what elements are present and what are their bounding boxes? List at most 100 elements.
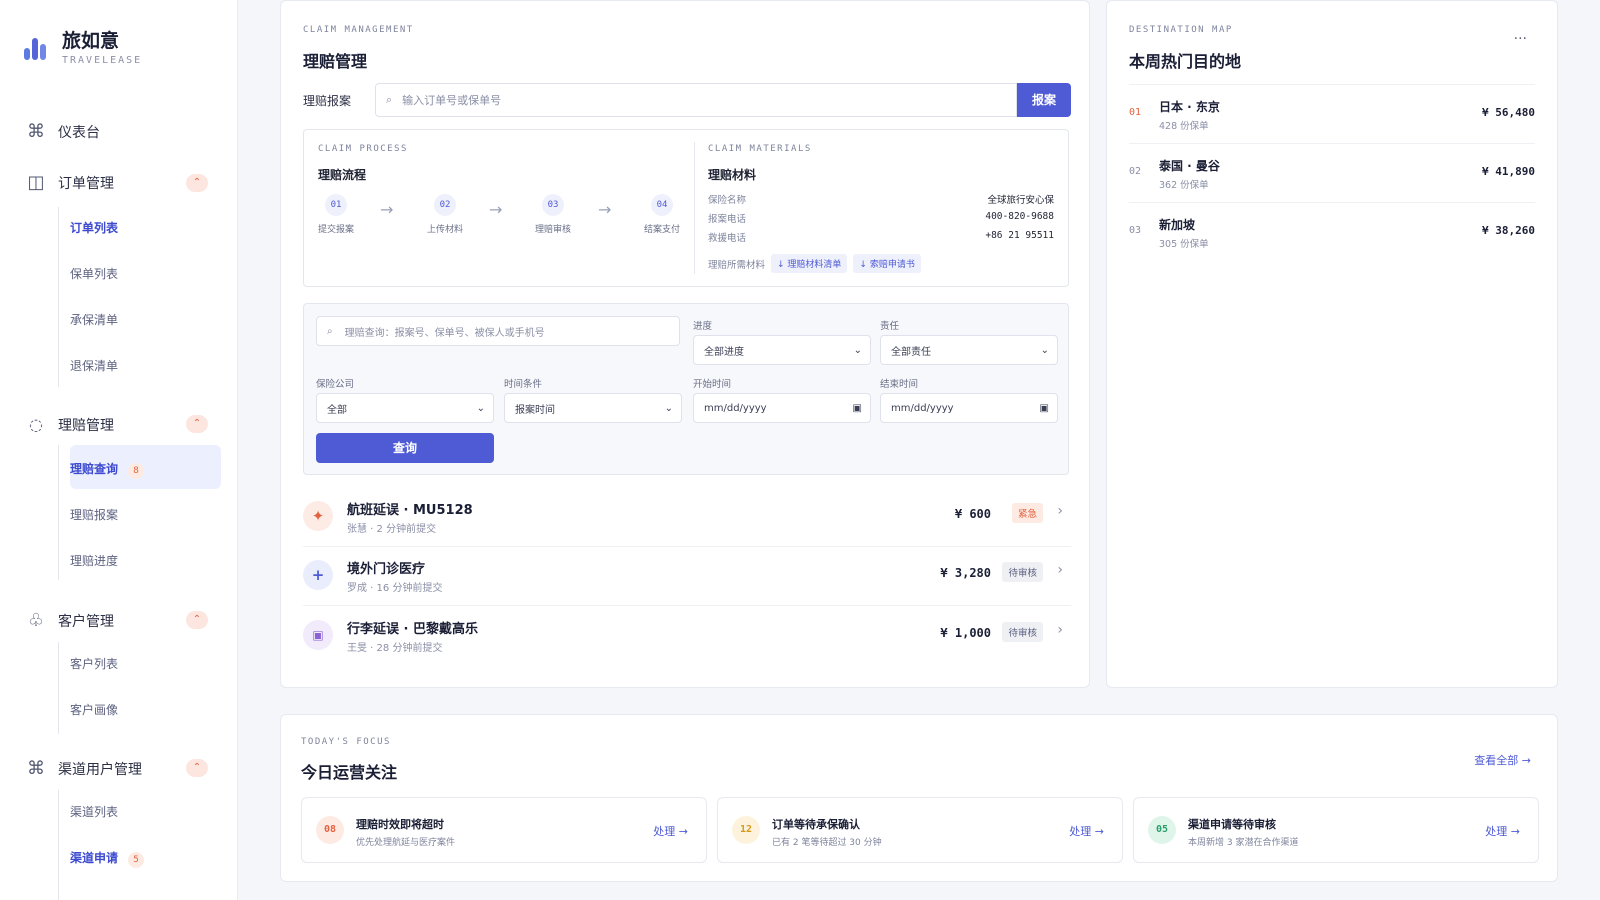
duty-select[interactable]: 全部责任 ⌄ [880, 335, 1058, 365]
claim-query-input[interactable]: ⌕ 理赔查询：报案号、保单号、被保人或手机号 [316, 316, 680, 346]
destination-name: 新加坡 [1159, 218, 1196, 232]
more-icon[interactable]: ··· [1514, 31, 1527, 47]
focus-item-subtitle: 已有 2 笔等待超过 30 分钟 [772, 838, 882, 848]
claim-count-badge: 8 [128, 463, 145, 479]
claim-eyebrow: CLAIM MANAGEMENT [303, 25, 414, 35]
sidebar: 旅如意 TRAVELEASE ⌘ 仪表台 ◫ 订单管理 ⌃ 订单列表 保单列表 … [0, 0, 238, 900]
destination-rank: 01 [1129, 107, 1142, 118]
focus-item[interactable]: 05 渠道申请等待审核 本周新增 3 家潜在合作渠道 处理 → [1133, 797, 1539, 863]
focus-item-subtitle: 优先处理航延与医疗案件 [356, 838, 456, 848]
query-button[interactable]: 查询 [316, 433, 494, 463]
arrow-right-icon: → [489, 200, 503, 219]
nav-channels[interactable]: ⌘ 渠道用户管理 [26, 757, 142, 781]
view-all-link[interactable]: 查看全部 → [1474, 752, 1531, 768]
handle-link[interactable]: 处理 → [1069, 823, 1104, 839]
process-eyebrow: CLAIM PROCESS [318, 144, 408, 154]
report-search-input[interactable]: ⌕ 输入订单号或保单号 [375, 83, 1017, 117]
report-placeholder: 输入订单号或保单号 [402, 94, 502, 107]
sidebar-item-order-list[interactable]: 订单列表 [70, 217, 118, 239]
destination-card: DESTINATION MAP 本周热门目的地 ··· 01 日本 · 东京 4… [1106, 0, 1558, 688]
claim-management-card: CLAIM MANAGEMENT 理赔管理 理赔报案 ⌕ 输入订单号或保单号 报… [280, 0, 1090, 688]
claim-list-item[interactable]: ▣ 行李延误 · 巴黎戴高乐 王旻 · 28 分钟前提交 ¥ 1,000 待审核… [303, 608, 1071, 666]
destination-eyebrow: DESTINATION MAP [1129, 25, 1233, 35]
sidebar-item-claim-report[interactable]: 理赔报案 [70, 504, 118, 526]
sidebar-item-underwriting-list[interactable]: 承保清单 [70, 309, 118, 331]
process-step: 03 理赔审核 [523, 194, 583, 235]
chevron-right-icon: › [1057, 503, 1063, 519]
claim-title: 行李延误 · 巴黎戴高乐 [347, 622, 478, 637]
docs-label: 理赔所需材料 [708, 259, 766, 271]
start-date-input[interactable]: mm/dd/yyyy ▣ [693, 393, 871, 423]
materials-title: 理赔材料 [708, 168, 757, 182]
handle-link[interactable]: 处理 → [1485, 823, 1520, 839]
step-label: 理赔审核 [534, 225, 571, 235]
material-value: 全球旅行安心保 [987, 195, 1054, 206]
chevron-right-icon: › [1057, 622, 1063, 638]
collapse-claims-chevron-up-icon[interactable]: ⌃ [186, 415, 208, 433]
material-key: 报案电话 [708, 214, 747, 225]
destination-item[interactable]: 03 新加坡 305 份保单 ¥ 38,260 [1129, 202, 1535, 261]
status-badge: 待审核 [1002, 562, 1043, 582]
flight-delay-icon: ✦ [303, 501, 333, 531]
todays-focus-card: TODAY'S FOCUS 今日运营关注 查看全部 → 08 理赔时效即将超时 … [280, 714, 1558, 882]
claim-title: 理赔管理 [303, 52, 368, 71]
material-row: 保险名称 全球旅行安心保 [708, 192, 1054, 206]
sidebar-item-claim-query[interactable]: 理赔查询 8 [70, 458, 145, 480]
destination-item[interactable]: 01 日本 · 东京 428 份保单 ¥ 56,480 [1129, 84, 1535, 143]
command-icon: ⌘ [27, 121, 45, 142]
step-number: 03 [542, 194, 564, 216]
material-value: +86 21 95511 [985, 230, 1054, 241]
collapse-channels-chevron-up-icon[interactable]: ⌃ [186, 759, 208, 777]
nav-customers[interactable]: ♧ 客户管理 [26, 609, 114, 633]
report-label: 理赔报案 [303, 93, 352, 108]
claim-list-item[interactable]: ✦ 航班延误 · MU5128 张慧 · 2 分钟前提交 ¥ 600 紧急 › [303, 489, 1071, 547]
sidebar-item-channel-list[interactable]: 渠道列表 [70, 801, 118, 823]
destination-count: 305 份保单 [1159, 239, 1209, 250]
brand[interactable]: 旅如意 TRAVELEASE [24, 30, 142, 66]
collapse-orders-chevron-up-icon[interactable]: ⌃ [186, 174, 208, 192]
claim-filter-panel: ⌕ 理赔查询：报案号、保单号、被保人或手机号 进度 全部进度 ⌄ 责任 全部责任 ⌄… [303, 303, 1069, 475]
focus-eyebrow: TODAY'S FOCUS [301, 737, 391, 747]
time-condition-select[interactable]: 报案时间 ⌄ [504, 393, 682, 423]
end-date-value: mm/dd/yyyy [891, 402, 954, 414]
medical-plus-icon: + [303, 560, 333, 590]
end-date-input[interactable]: mm/dd/yyyy ▣ [880, 393, 1058, 423]
download-materials-list-link[interactable]: ↓ 理赔材料清单 [771, 254, 848, 273]
progress-select[interactable]: 全部进度 ⌄ [693, 335, 871, 365]
search-icon: ⌕ [386, 93, 393, 106]
sidebar-item-surrender-list[interactable]: 退保清单 [70, 355, 118, 377]
process-step: 01 提交报案 [306, 194, 366, 235]
status-badge: 待审核 [1002, 622, 1043, 642]
focus-count-badge: 12 [732, 816, 760, 844]
destination-price: ¥ 56,480 [1482, 106, 1535, 119]
handle-link[interactable]: 处理 → [653, 823, 688, 839]
sidebar-item-policy-list[interactable]: 保单列表 [70, 263, 118, 285]
focus-item[interactable]: 12 订单等待承保确认 已有 2 笔等待超过 30 分钟 处理 → [717, 797, 1123, 863]
sidebar-item-customer-list[interactable]: 客户列表 [70, 653, 118, 675]
download-claim-form-link[interactable]: ↓ 索赔申请书 [853, 254, 921, 273]
sub-line [58, 445, 59, 580]
chevron-right-icon: › [1057, 562, 1063, 578]
command-icon: ⌘ [27, 758, 45, 779]
start-date-label: 开始时间 [693, 379, 732, 390]
destination-name: 日本 · 东京 [1159, 100, 1220, 114]
time-condition-label: 时间条件 [504, 379, 543, 390]
destination-count: 428 份保单 [1159, 121, 1209, 132]
nav-claims[interactable]: ◌ 理赔管理 [26, 413, 114, 437]
arrow-right-icon: → [598, 200, 612, 219]
report-button[interactable]: 报案 [1017, 83, 1071, 117]
destination-item[interactable]: 02 泰国 · 曼谷 362 份保单 ¥ 41,890 [1129, 143, 1535, 202]
focus-item[interactable]: 08 理赔时效即将超时 优先处理航延与医疗案件 处理 → [301, 797, 707, 863]
sidebar-item-claim-progress[interactable]: 理赔进度 [70, 550, 118, 572]
collapse-customers-chevron-up-icon[interactable]: ⌃ [186, 611, 208, 629]
destination-title: 本周热门目的地 [1129, 52, 1242, 71]
claim-list-item[interactable]: + 境外门诊医疗 罗成 · 16 分钟前提交 ¥ 3,280 待审核 › [303, 548, 1071, 606]
nav-claims-label: 理赔管理 [58, 418, 114, 434]
sidebar-item-channel-apply[interactable]: 渠道申请 5 [70, 847, 145, 869]
nav-orders[interactable]: ◫ 订单管理 [26, 171, 114, 195]
focus-item-title: 订单等待承保确认 [772, 818, 860, 831]
insurer-select[interactable]: 全部 ⌄ [316, 393, 494, 423]
nav-dashboard[interactable]: ⌘ 仪表台 [26, 120, 100, 144]
claim-title: 航班延误 · MU5128 [347, 503, 473, 518]
sidebar-item-customer-profile[interactable]: 客户画像 [70, 699, 118, 721]
